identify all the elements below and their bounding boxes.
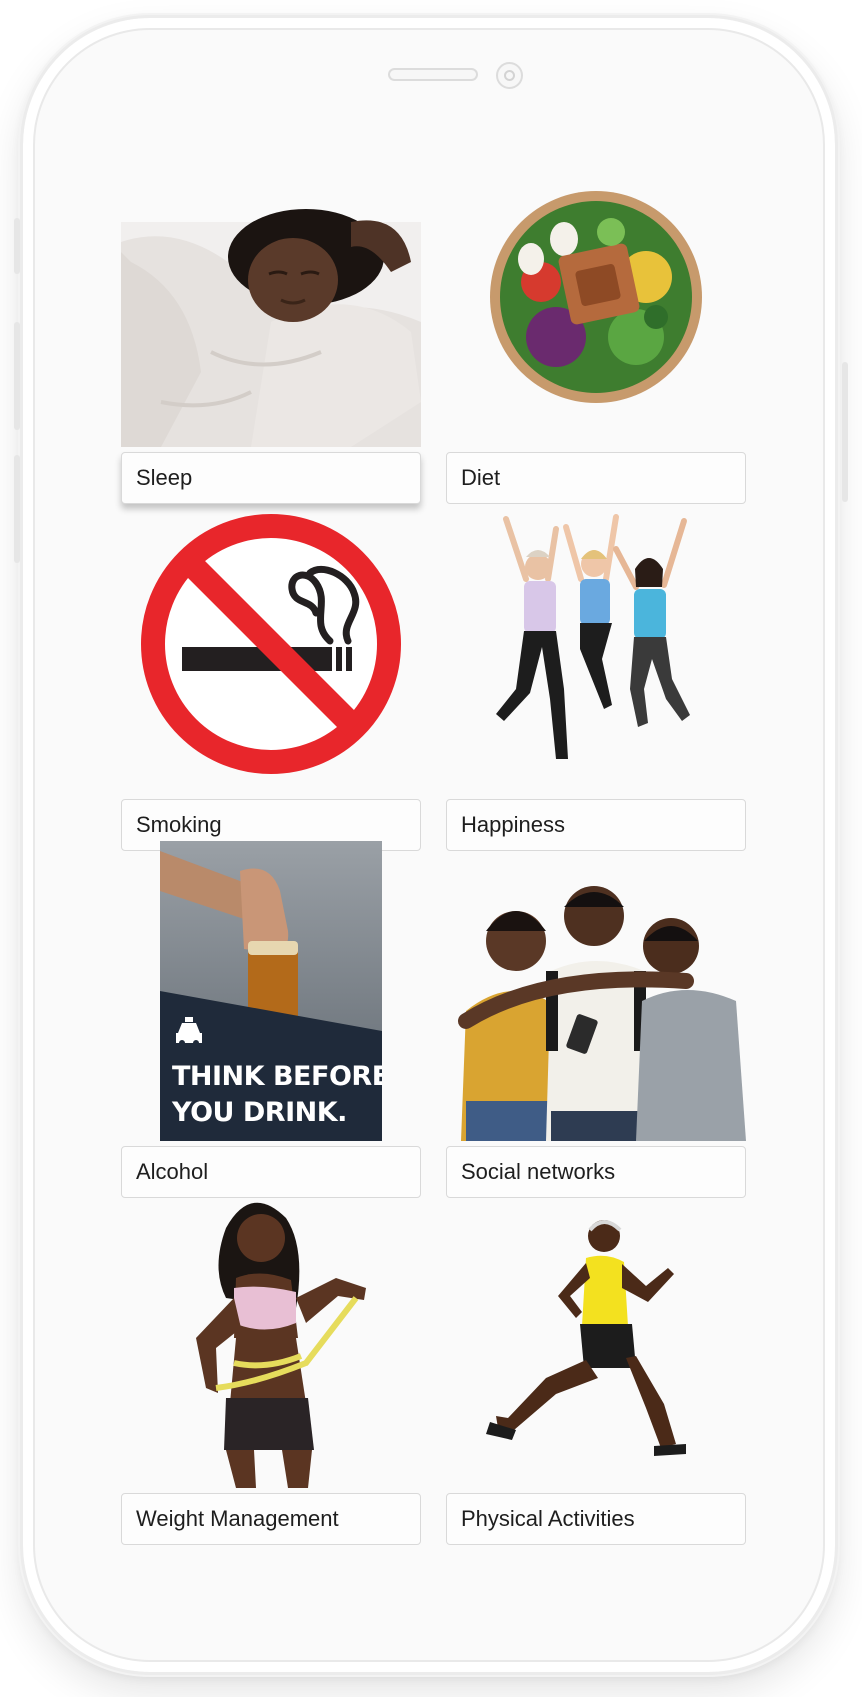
no-smoking-icon: [121, 494, 421, 794]
happiness-image: [446, 494, 746, 794]
volume-down-button: [14, 455, 20, 563]
earpiece-speaker: [388, 68, 478, 81]
topic-label-physical-activities[interactable]: Physical Activities: [446, 1493, 746, 1545]
alcohol-poster-frame: THINK BEFORE YOU DRINK.: [160, 841, 382, 1141]
physical-activities-image: [446, 1188, 746, 1488]
weight-management-image: [121, 1188, 421, 1488]
alcohol-poster: THINK BEFORE YOU DRINK.: [121, 841, 421, 1141]
topic-label-weight-management[interactable]: Weight Management: [121, 1493, 421, 1545]
power-button: [842, 362, 848, 502]
poster-line-1: THINK BEFORE: [172, 1061, 382, 1092]
volume-up-button: [14, 322, 20, 430]
poster-line-2: YOU DRINK.: [172, 1097, 347, 1128]
social-networks-image: [446, 841, 746, 1141]
front-camera: [496, 62, 523, 89]
mute-switch: [14, 218, 20, 274]
diet-image: [446, 147, 746, 447]
sleep-image: [121, 147, 421, 447]
